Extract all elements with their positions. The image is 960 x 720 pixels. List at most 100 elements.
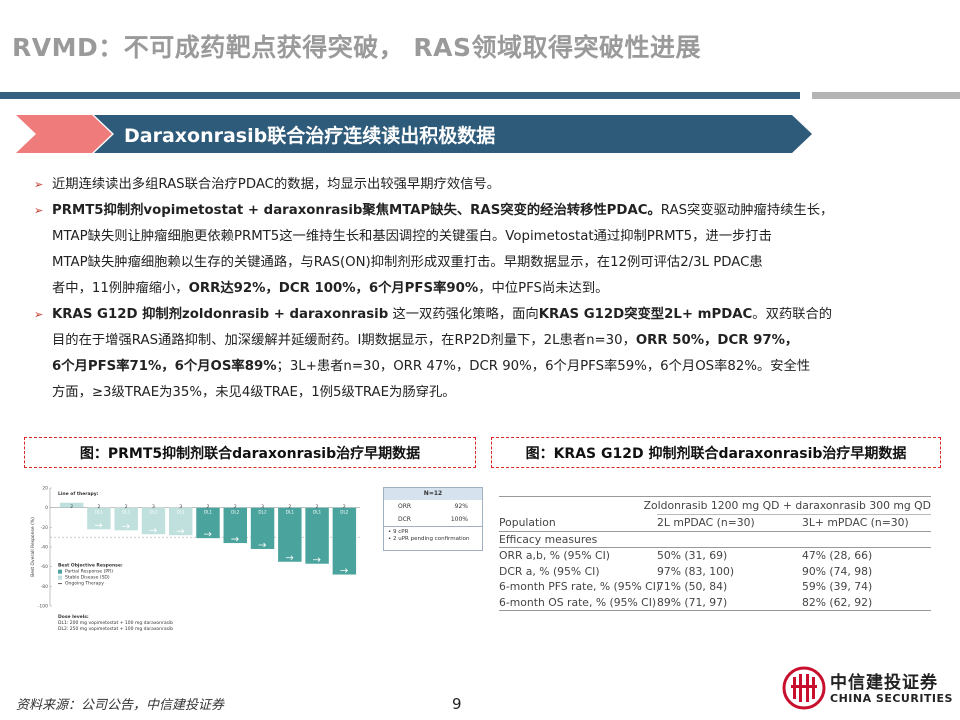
y-axis-label: Best Overall Response (%) [30,517,36,577]
population-label: Population [499,516,556,530]
table-body: ORR a,b, % (95% CI) 50% (31, 69) 47% (28, … [499,548,931,610]
y-tick-label: -100 [38,604,48,610]
bullet-list: ➢ 近期连续读出多组RAS联合治疗PDAC的数据，均显示出较强早期疗效信号。 ➢ PR… [34,172,934,406]
dose-level-label: DL1 [177,510,186,515]
bullet-text: ；3L+患者n=30，ORR 47%，DCR 90%，6个月PFS率59%，6个… [276,359,811,374]
left-figure-caption: 图：PRMT5抑制剂联合daraxonrasib治疗早期数据 [24,437,476,468]
summary-row-dcr: DCR 100% [384,513,482,526]
bullet-line: 者中，11例肿瘤缩小，ORR达92%，DCR 100%，6个月PFS率90%，中… [52,276,934,302]
summary-note: • 9 cPR [388,529,409,535]
legend-label: Stable Disease (SD) [65,575,110,581]
bullet-arrow-icon: ➢ [34,204,44,217]
section-banner: Daraxonrasib联合治疗连续读出积极数据 [16,115,812,153]
dose-level-text: DL2: 250 mg vopimetostat + 100 mg daraxo… [58,626,173,632]
y-tick-label: -20 [41,525,48,531]
table-header-row: Zoldonrasib 1200 mg QD + daraxonrasib 30… [499,497,931,513]
table-cell: 59% (39, 74) [802,580,873,594]
table-header-cell: 2L mPDAC (n=30) [657,516,755,530]
summary-box-header: N=12 [384,488,482,500]
dose-level-label: DL1 [204,510,213,515]
dose-levels-title: Dose levels: [58,614,89,620]
page-number: 9 [452,695,462,713]
summary-box: N=12 ORR 92% DCR 100% • 9 cPR • 2 uPR pe… [383,487,483,551]
bullet-line: MTAP缺失则让肿瘤细胞更依赖PRMT5这一维持生长和基因调控的关键蛋白。Vop… [52,224,934,250]
y-tick-label: -60 [41,564,48,570]
table-row: DCR a, % (95% CI) 97% (83, 100) 90% (74, 9… [499,564,931,580]
bullet-line: 6个月PFS率71%，6个月OS率89%；3L+患者n=30，ORR 47%，D… [52,354,934,380]
table-cell: 82% (62, 92) [802,595,873,609]
legend-label: Ongoing Therapy [65,581,104,587]
kras-data-table: Zoldonrasib 1200 mg QD + daraxonrasib 30… [499,496,931,611]
table-cell: 89% (71, 97) [657,595,728,609]
table-header-cell: 3L+ mPDAC (n=30) [802,516,909,530]
bullet-line: PRMT5抑制剂vopimetostat + daraxonrasib聚焦MTA… [52,198,934,224]
y-tick-label: -80 [41,584,48,590]
table-cell: ORR a,b, % (95% CI) [499,549,610,563]
bullet-line: 目的在于增强RAS通路抑制、加深缓解并延缓耐药。I期数据显示，在RP2D剂量下，… [52,328,934,354]
waterfall-bar [305,507,329,564]
company-logo: 中信建投证券 CHINA SECURITIES [782,666,952,712]
legend-label: Partial Response (PR) [65,569,113,575]
bullet-line: MTAP缺失肿瘤细胞赖以生存的关键通路，与RAS(ON)抑制剂形成双重打击。早期… [52,250,934,276]
banner-accent-shape [16,115,112,153]
dose-level-label: DL1 [122,510,131,515]
bullet-bold-text: 6个月PFS率71%，6个月OS率89% [52,359,277,374]
legend-title: Best Objective Response: [58,563,123,569]
logo-emblem [782,666,826,710]
summary-row-value: 100% [450,516,468,523]
dose-level-text: DL1: 200 mg vopimetostat + 100 mg daraxo… [58,620,173,626]
table-row: 6-month PFS rate, % (95% CI) 71% (50, 84)… [499,579,931,595]
bullet-text: 目的在于增强RAS通路抑制、加深缓解并延缓耐药。I期数据显示，在RP2D剂量下，… [52,333,636,348]
summary-row-value: 92% [454,503,468,510]
section-title: Daraxonrasib联合治疗连续读出积极数据 [124,125,496,147]
table-cell: 6-month PFS rate, % (95% CI) [499,580,661,594]
bullet-arrow-icon: ➢ [34,178,44,191]
summary-row-orr: ORR 92% [384,500,482,513]
bullet-bold-text: ORR 50%，DCR 97%， [635,333,799,348]
right-figure-caption: 图：KRAS G12D 抑制剂联合daraxonrasib治疗早期数据 [491,437,941,468]
waterfall-bar [278,507,302,562]
dose-level-label: DL2 [231,510,240,515]
waterfall-chart: Best Overall Response (%) 20 0 -20 -40 -60 -80… [30,484,370,634]
bullet-item: ➢ 近期连续读出多组RAS联合治疗PDAC的数据，均显示出较强早期疗效信号。 [34,172,934,198]
efficacy-label-row: Efficacy measures [499,532,931,548]
summary-row-label: DCR [398,516,411,523]
table-cell: 6-month OS rate, % (95% CI) [499,595,657,609]
source-note: 资料来源：公司公告，中信建投证券 [16,698,225,713]
table-rule [499,610,931,611]
table-row: ORR a,b, % (95% CI) 50% (31, 69) 47% (28, … [499,548,931,564]
bullet-text: 者中，11例肿瘤缩小， [52,281,189,296]
bullet-line: 方面，≥3级TRAE为35%，未见4级TRAE，1例5级TRAE为肠穿孔。 [52,380,934,406]
table-cell: 47% (28, 66) [802,549,873,563]
bullet-item: ➢ KRAS G12D 抑制剂zoldonrasib + daraxonrasib… [34,302,934,406]
y-tick-label: -40 [41,545,48,551]
table-cell: 50% (31, 69) [657,549,728,563]
dose-level-label: DL1 [149,510,158,515]
summary-row-label: ORR [398,503,412,510]
bullet-arrow-icon: ➢ [34,308,44,321]
summary-note: • 2 uPR pending confirmation [388,536,470,542]
efficacy-label: Efficacy measures [499,532,598,546]
bullet-text: RAS突变驱动肿瘤持续生长， [660,203,834,218]
table-cell: DCR a, % (95% CI) [499,564,600,578]
dose-level-label: DL2 [258,510,267,515]
summary-box-notes: • 9 cPR • 2 uPR pending confirmation [384,526,482,545]
dose-level-label: DL1 [95,510,104,515]
waterfall-chart-svg: Best Overall Response (%) 20 0 -20 -40 -60 -80… [30,486,360,632]
table-cell: 71% (50, 84) [657,580,728,594]
bullet-bold-text: KRAS G12D 抑制剂zoldonrasib + daraxonrasib [52,307,389,322]
waterfall-bar [332,507,357,575]
bullet-text: MTAP缺失则让肿瘤细胞更依赖PRMT5这一维持生长和基因调控的关键蛋白。Vop… [52,229,772,244]
table-row: 6-month OS rate, % (95% CI) 89% (71, 97) 8… [499,595,931,611]
legend-swatch [58,575,62,580]
bullet-text: 方面，≥3级TRAE为35%，未见4级TRAE，1例5级TRAE为肠穿孔。 [52,385,456,400]
table-cell: 97% (83, 100) [657,564,735,578]
page-title: RVMD：不可成药靶点获得突破， RAS领域取得突破性进展 [12,33,702,62]
bullet-text: ，中位PFS尚未达到。 [478,281,609,296]
logo-chinese-text: 中信建投证券 [830,673,938,693]
logo-english-text: CHINA SECURITIES [830,692,953,705]
table-header-row: Population 2L mPDAC (n=30) 3L+ mPDAC (n=… [499,515,931,531]
y-tick-label: 20 [42,486,48,492]
line-of-therapy-label: Line of therapy: [58,491,99,497]
dose-level-label: DL2 [340,510,349,515]
